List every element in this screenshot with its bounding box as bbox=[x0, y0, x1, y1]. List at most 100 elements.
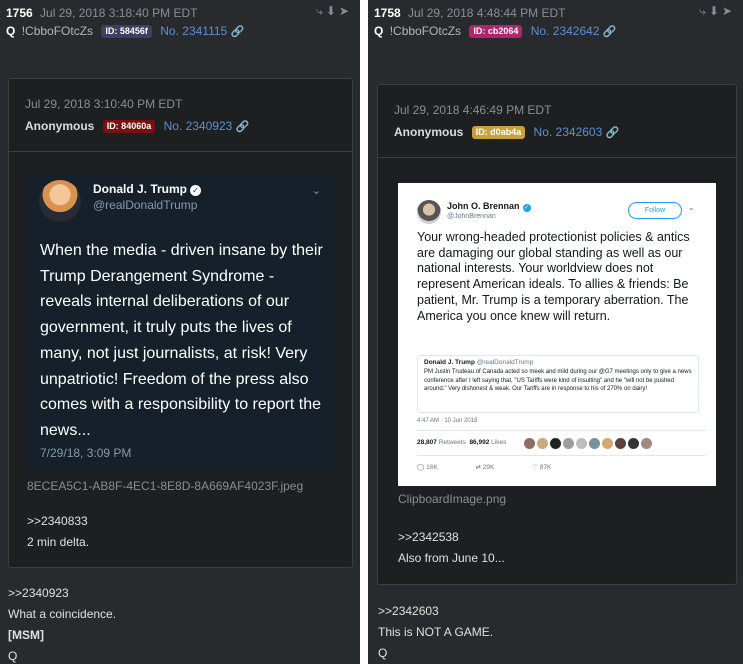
post-header: 1756 Jul 29, 2018 3:18:40 PM EDT bbox=[6, 4, 354, 22]
download-icon[interactable]: ⬇ bbox=[709, 4, 722, 18]
author-name: Q bbox=[374, 24, 384, 38]
quoted-tweet: Donald J. Trump @realDonaldTrump PM Just… bbox=[417, 355, 699, 413]
retweet-short: 29K bbox=[482, 464, 495, 471]
link-icon[interactable]: 🔗 bbox=[606, 127, 620, 139]
tweet-author-name: John O. Brennan bbox=[447, 201, 520, 211]
post-date: Jul 29, 2018 4:48:44 PM EDT bbox=[408, 6, 566, 20]
post-tools: ⤷⬇➤ bbox=[316, 4, 352, 19]
tweet-actions: ◯ 16K ⇄ 29K ♡ 87K bbox=[417, 463, 587, 471]
quoted-author-name: Anonymous bbox=[394, 125, 464, 139]
signature: Q bbox=[8, 649, 18, 663]
body-line: [MSM] bbox=[8, 628, 44, 642]
verified-icon: ✓ bbox=[522, 204, 531, 212]
quoted-tweet-name: Donald J. Trump bbox=[424, 359, 475, 366]
body-line: This is NOT A GAME. bbox=[378, 625, 494, 639]
retweet-action: ⇄ 29K bbox=[475, 464, 495, 471]
post-1756: 1756 Jul 29, 2018 3:18:40 PM EDT ⤷⬇➤ Q !… bbox=[0, 0, 360, 664]
divider bbox=[417, 430, 706, 431]
avatar bbox=[576, 438, 587, 449]
post-tools: ⤷⬇➤ bbox=[699, 4, 735, 19]
verified-icon: ✓ bbox=[190, 185, 202, 196]
avatar bbox=[550, 438, 561, 449]
reply-link[interactable]: >>2342538 bbox=[398, 527, 505, 548]
retweet-count: 28,807 bbox=[417, 439, 437, 446]
like-short: 87K bbox=[539, 464, 552, 471]
quoted-body: >>2340833 2 min delta. bbox=[27, 511, 89, 553]
avatar bbox=[417, 200, 441, 224]
id-badge[interactable]: ID: cb2064 bbox=[469, 25, 523, 38]
chevron-down-icon: ⌄ bbox=[688, 203, 695, 212]
quoted-author-name: Anonymous bbox=[25, 119, 95, 133]
divider bbox=[417, 455, 706, 456]
share-icon[interactable]: ⤷ bbox=[316, 4, 326, 18]
tweet-handle: @realDonaldTrump bbox=[93, 198, 198, 212]
avatar bbox=[39, 180, 81, 222]
reply-action: ◯ 16K bbox=[417, 464, 438, 471]
arrow-circle-icon[interactable]: ➤ bbox=[722, 4, 735, 18]
post-link[interactable]: No. 2342642 bbox=[531, 24, 600, 38]
body-line: 2 min delta. bbox=[27, 535, 90, 549]
post-number[interactable]: 1756 bbox=[6, 6, 33, 20]
tweet-text: Your wrong-headed protectionist policies… bbox=[417, 230, 690, 323]
reply-link[interactable]: >>2340923 bbox=[8, 583, 116, 604]
post-link[interactable]: No. 2341115 bbox=[160, 24, 227, 38]
quoted-post: Jul 29, 2018 3:10:40 PM EDT Anonymous ID… bbox=[8, 78, 353, 568]
tweet-timestamp: 7/29/18, 3:09 PM bbox=[40, 446, 132, 460]
reply-count: 16K bbox=[426, 464, 438, 471]
tweet-image[interactable]: John O. Brennan ✓ @JohnBrennan Follow ⌄ Y… bbox=[398, 183, 716, 486]
reply-link[interactable]: >>2342603 bbox=[378, 601, 493, 622]
quoted-post-link[interactable]: No. 2342603 bbox=[534, 125, 603, 139]
post-date: Jul 29, 2018 3:18:40 PM EDT bbox=[40, 6, 198, 20]
avatar bbox=[641, 438, 652, 449]
arrow-circle-icon[interactable]: ➤ bbox=[339, 4, 352, 18]
quoted-body: >>2342538 Also from June 10... bbox=[398, 527, 505, 569]
image-filename[interactable]: ClipboardImage.png bbox=[398, 492, 506, 506]
tripcode: !CbboFOtcZs bbox=[389, 24, 462, 38]
author-line: Q !CbboFOtcZs ID: 58456f No. 2341115 🔗 bbox=[6, 22, 244, 41]
tweet-stats: 28,807 Retweets 86,992 Likes bbox=[417, 439, 506, 446]
post-number[interactable]: 1758 bbox=[374, 6, 401, 20]
tripcode: !CbboFOtcZs bbox=[21, 24, 94, 38]
quoted-date: Jul 29, 2018 3:10:40 PM EDT bbox=[25, 97, 183, 111]
body-line: Also from June 10... bbox=[398, 551, 505, 565]
id-badge[interactable]: ID: 58456f bbox=[101, 25, 152, 38]
like-label: Likes bbox=[491, 439, 507, 446]
reply-link[interactable]: >>2340833 bbox=[27, 511, 89, 532]
share-icon[interactable]: ⤷ bbox=[699, 4, 709, 18]
post-1758: 1758 Jul 29, 2018 4:48:44 PM EDT ⤷⬇➤ Q !… bbox=[368, 0, 743, 664]
avatar bbox=[563, 438, 574, 449]
post-header: 1758 Jul 29, 2018 4:48:44 PM EDT bbox=[374, 4, 737, 22]
like-count: 86,992 bbox=[469, 439, 490, 446]
quoted-id-badge[interactable]: ID: d0ab4a bbox=[471, 126, 526, 139]
avatar bbox=[589, 438, 600, 449]
chevron-down-icon: ⌄ bbox=[311, 185, 321, 197]
quoted-tweet-text: PM Justin Trudeau of Canada acted so mee… bbox=[424, 369, 692, 392]
author-name: Q bbox=[6, 24, 16, 38]
retweet-label: Retweets bbox=[438, 439, 466, 446]
tweet-text: When the media - driven insane by their … bbox=[40, 242, 323, 439]
post-body: >>2340923 What a coincidence. [MSM] Q bbox=[8, 583, 116, 664]
avatar bbox=[615, 438, 626, 449]
liker-avatars bbox=[524, 436, 654, 454]
tweet-author-line: Donald J. Trump ✓ bbox=[93, 182, 202, 196]
quoted-author-line: Anonymous ID: d0ab4a No. 2342603 🔗 bbox=[394, 125, 619, 139]
divider bbox=[9, 151, 352, 152]
link-icon[interactable]: 🔗 bbox=[236, 121, 250, 133]
tweet-timestamp: 4:47 AM · 10 Jun 2018 bbox=[417, 418, 478, 424]
post-body: >>2342603 This is NOT A GAME. Q bbox=[378, 601, 493, 664]
author-line: Q !CbboFOtcZs ID: cb2064 No. 2342642 🔗 bbox=[374, 22, 617, 41]
tweet-handle: @JohnBrennan bbox=[447, 213, 496, 220]
quoted-tweet-handle: @realDonaldTrump bbox=[476, 359, 534, 366]
link-icon[interactable]: 🔗 bbox=[231, 26, 245, 38]
quoted-date: Jul 29, 2018 4:46:49 PM EDT bbox=[394, 103, 552, 117]
avatar bbox=[628, 438, 639, 449]
quoted-author-line: Anonymous ID: 84060a No. 2340923 🔗 bbox=[25, 119, 249, 133]
quoted-post-link[interactable]: No. 2340923 bbox=[164, 119, 233, 133]
link-icon[interactable]: 🔗 bbox=[603, 26, 617, 38]
body-line: What a coincidence. bbox=[8, 607, 117, 621]
quoted-id-badge[interactable]: ID: 84060a bbox=[102, 120, 156, 133]
image-filename[interactable]: 8ECEA5C1-AB8F-4EC1-8E8D-8A669AF4023F.jpe… bbox=[27, 479, 303, 493]
tweet-author-line: John O. Brennan ✓ bbox=[447, 201, 531, 212]
download-icon[interactable]: ⬇ bbox=[326, 4, 339, 18]
tweet-image[interactable]: Donald J. Trump ✓ @realDonaldTrump ⌄ When… bbox=[27, 174, 333, 472]
